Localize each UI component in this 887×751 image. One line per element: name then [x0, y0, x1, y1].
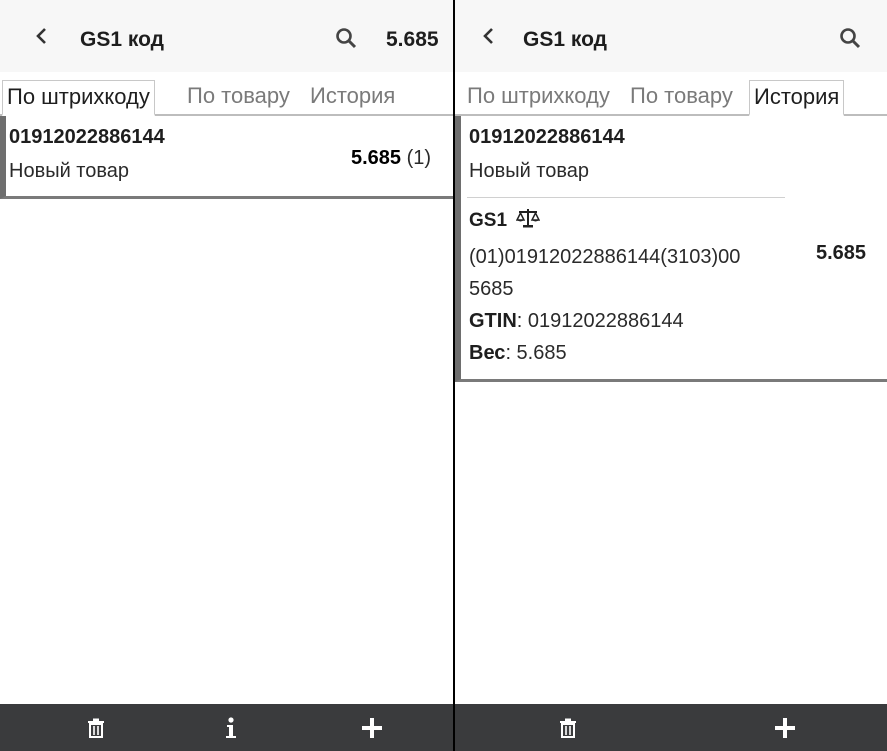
tab-history[interactable]: История [306, 80, 399, 116]
item-qty-value: 5.685 [351, 147, 402, 169]
info-icon[interactable] [201, 704, 261, 751]
item-qty-value: 5.685 [816, 242, 867, 264]
gtin-row: GTIN: 01912022886144 [469, 310, 684, 333]
header: GS1 код [455, 0, 887, 72]
right-screen: GS1 код По штрихкоду По товару История 0… [455, 0, 887, 751]
item-qty-count: (1) [406, 147, 432, 169]
search-icon[interactable] [838, 26, 862, 50]
history-item[interactable]: 01912022886144 Новый товар GS1 (01)01912… [455, 116, 887, 382]
tab-by-product[interactable]: По товару [626, 80, 737, 116]
back-arrow-icon[interactable] [477, 24, 501, 48]
page-title: GS1 код [80, 28, 164, 51]
tab-by-barcode[interactable]: По штрихкоду [2, 80, 155, 116]
gtin-label: GTIN [469, 310, 517, 332]
item-quantity: 5.685 (1) [351, 147, 431, 170]
item-name: Новый товар [469, 160, 589, 182]
header: GS1 код 5.685 [0, 0, 453, 72]
tab-by-barcode[interactable]: По штрихкоду [463, 80, 614, 116]
bottom-toolbar [0, 704, 453, 751]
bottom-toolbar [455, 704, 887, 751]
gs1-label-row: GS1 [469, 208, 541, 233]
item-divider [467, 197, 785, 198]
plus-icon[interactable] [755, 704, 815, 751]
back-arrow-icon[interactable] [30, 24, 54, 48]
trash-icon[interactable] [66, 704, 126, 751]
item-code: 01912022886144 [9, 126, 165, 148]
weight-value: : 5.685 [505, 342, 567, 364]
page-title: GS1 код [523, 28, 607, 51]
tab-history[interactable]: История [749, 80, 845, 116]
item-code: 01912022886144 [469, 126, 625, 148]
gs1-label: GS1 [469, 210, 508, 231]
plus-icon[interactable] [342, 704, 402, 751]
left-screen: GS1 код 5.685 По штрихкоду По товару Ист… [0, 0, 453, 751]
weight-label: Вес [469, 342, 506, 364]
gtin-value: : 01912022886144 [516, 310, 684, 332]
barcode-line-1: (01)01912022886144(3103)00 [469, 246, 741, 268]
list-item[interactable]: 01912022886144 Новый товар 5.685 (1) [0, 116, 453, 199]
total-value: 5.685 [386, 28, 439, 51]
trash-icon[interactable] [538, 704, 598, 751]
scale-icon [516, 208, 541, 233]
item-name: Новый товар [9, 160, 129, 182]
search-icon[interactable] [334, 26, 358, 50]
barcode-line-2: 5685 [469, 278, 514, 300]
tab-by-product[interactable]: По товару [183, 80, 294, 116]
weight-row: Вес: 5.685 [469, 342, 567, 365]
